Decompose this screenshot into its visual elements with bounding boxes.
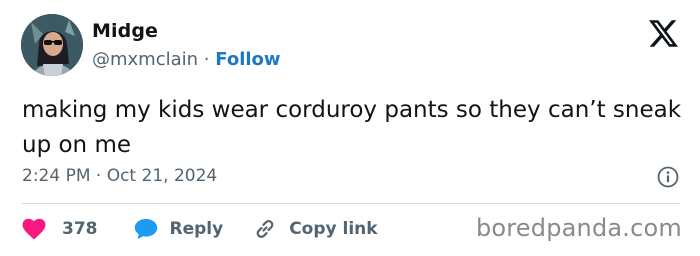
- copy-link-button[interactable]: Copy link: [253, 217, 378, 241]
- reply-button[interactable]: Reply: [134, 218, 224, 240]
- tweet-timestamp[interactable]: 2:24 PM · Oct 21, 2024: [22, 166, 217, 186]
- speech-bubble-icon: [134, 219, 157, 240]
- author-handle[interactable]: @mxmclain: [92, 49, 198, 70]
- author-name[interactable]: Midge: [92, 20, 158, 42]
- tweet-card: Midge @mxmclain · Follow making my kids …: [0, 0, 700, 256]
- action-bar: 378 Reply Copy link: [22, 216, 378, 242]
- separator-dot: ·: [203, 49, 210, 70]
- heart-icon: [22, 218, 46, 240]
- like-count: 378: [62, 219, 98, 239]
- avatar[interactable]: [21, 14, 83, 76]
- like-button[interactable]: 378: [22, 218, 98, 240]
- handle-row: @mxmclain · Follow: [92, 49, 281, 70]
- reply-label: Reply: [169, 219, 224, 239]
- divider: [22, 203, 680, 204]
- link-icon: [256, 220, 274, 238]
- copy-link-label: Copy link: [289, 219, 378, 239]
- tweet-text: making my kids wear corduroy pants so th…: [22, 97, 682, 158]
- info-icon[interactable]: [657, 166, 679, 188]
- x-logo-icon[interactable]: [649, 20, 678, 47]
- avatar-image: [21, 14, 83, 76]
- follow-button[interactable]: Follow: [215, 49, 280, 70]
- watermark: boredpanda.com: [475, 214, 682, 242]
